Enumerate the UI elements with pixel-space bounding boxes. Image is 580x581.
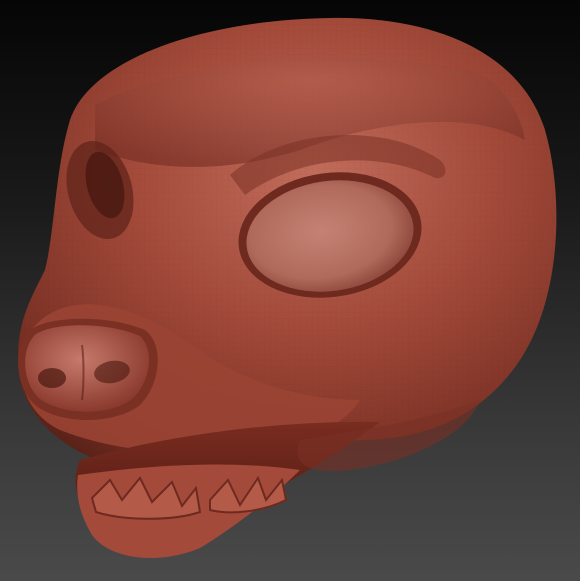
sculpt-render bbox=[18, 17, 557, 558]
render-viewport bbox=[0, 0, 580, 581]
nose bbox=[18, 318, 158, 420]
